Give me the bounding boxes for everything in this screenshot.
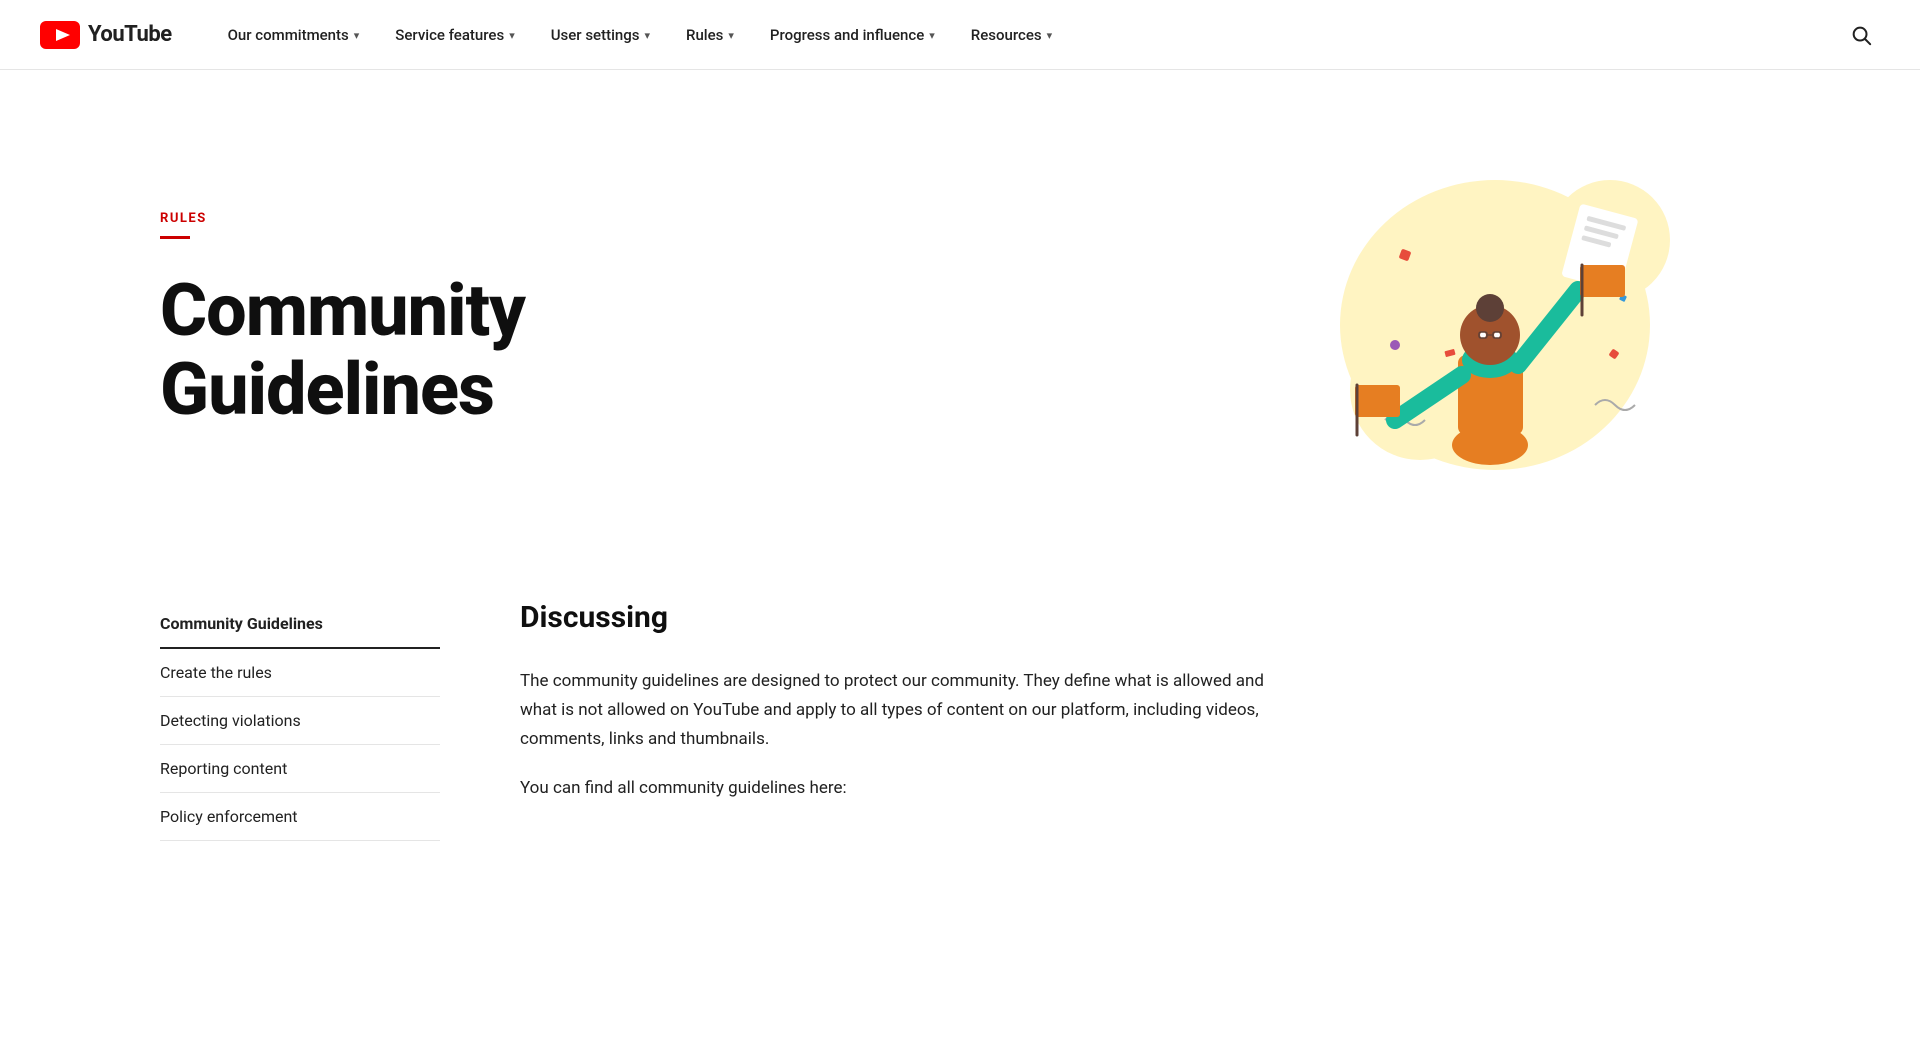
nav-item-service-features[interactable]: Service features ▾	[379, 18, 530, 52]
hero-section: RULES Community Guidelines	[0, 70, 1920, 550]
sidebar-item-community-guidelines[interactable]: Community Guidelines	[160, 600, 440, 649]
logo-text: YouTube	[88, 22, 172, 47]
main-content: Community Guidelines Create the rules De…	[0, 550, 1920, 901]
nav-item-user-settings[interactable]: User settings ▾	[535, 18, 666, 52]
chevron-down-icon: ▾	[354, 29, 360, 42]
chevron-down-icon: ▾	[1047, 29, 1053, 42]
article-paragraph-1: The community guidelines are designed to…	[520, 667, 1280, 754]
hero-illustration	[1300, 150, 1680, 490]
search-button[interactable]	[1842, 16, 1880, 54]
page-title: Community Guidelines	[160, 271, 860, 429]
nav-item-resources[interactable]: Resources ▾	[955, 18, 1068, 52]
search-icon	[1850, 24, 1872, 46]
sidebar-nav: Community Guidelines Create the rules De…	[160, 590, 440, 841]
site-header: YouTube Our commitments ▾ Service featur…	[0, 0, 1920, 70]
rules-underline	[160, 236, 190, 239]
sidebar-item-reporting-content[interactable]: Reporting content	[160, 745, 440, 793]
rules-label: RULES	[160, 211, 860, 226]
chevron-down-icon: ▾	[929, 29, 935, 42]
nav-item-progress-and-influence[interactable]: Progress and influence ▾	[754, 18, 951, 52]
illustration-svg	[1300, 150, 1680, 490]
nav-item-rules[interactable]: Rules ▾	[670, 18, 750, 52]
logo[interactable]: YouTube	[40, 21, 172, 49]
article-text: The community guidelines are designed to…	[520, 667, 1280, 803]
chevron-down-icon: ▾	[509, 29, 515, 42]
hero-content: RULES Community Guidelines	[160, 211, 860, 429]
chevron-down-icon: ▾	[728, 29, 734, 42]
sidebar-item-policy-enforcement[interactable]: Policy enforcement	[160, 793, 440, 841]
article-section-title: Discussing	[520, 600, 1280, 635]
article-paragraph-2: You can find all community guidelines he…	[520, 774, 1280, 803]
youtube-logo-icon	[40, 21, 80, 49]
sidebar-item-create-the-rules[interactable]: Create the rules	[160, 649, 440, 697]
nav-item-our-commitments[interactable]: Our commitments ▾	[212, 18, 376, 52]
article-body: Discussing The community guidelines are …	[520, 590, 1280, 841]
chevron-down-icon: ▾	[644, 29, 650, 42]
sidebar-item-detecting-violations[interactable]: Detecting violations	[160, 697, 440, 745]
main-nav: Our commitments ▾ Service features ▾ Use…	[212, 18, 1842, 52]
